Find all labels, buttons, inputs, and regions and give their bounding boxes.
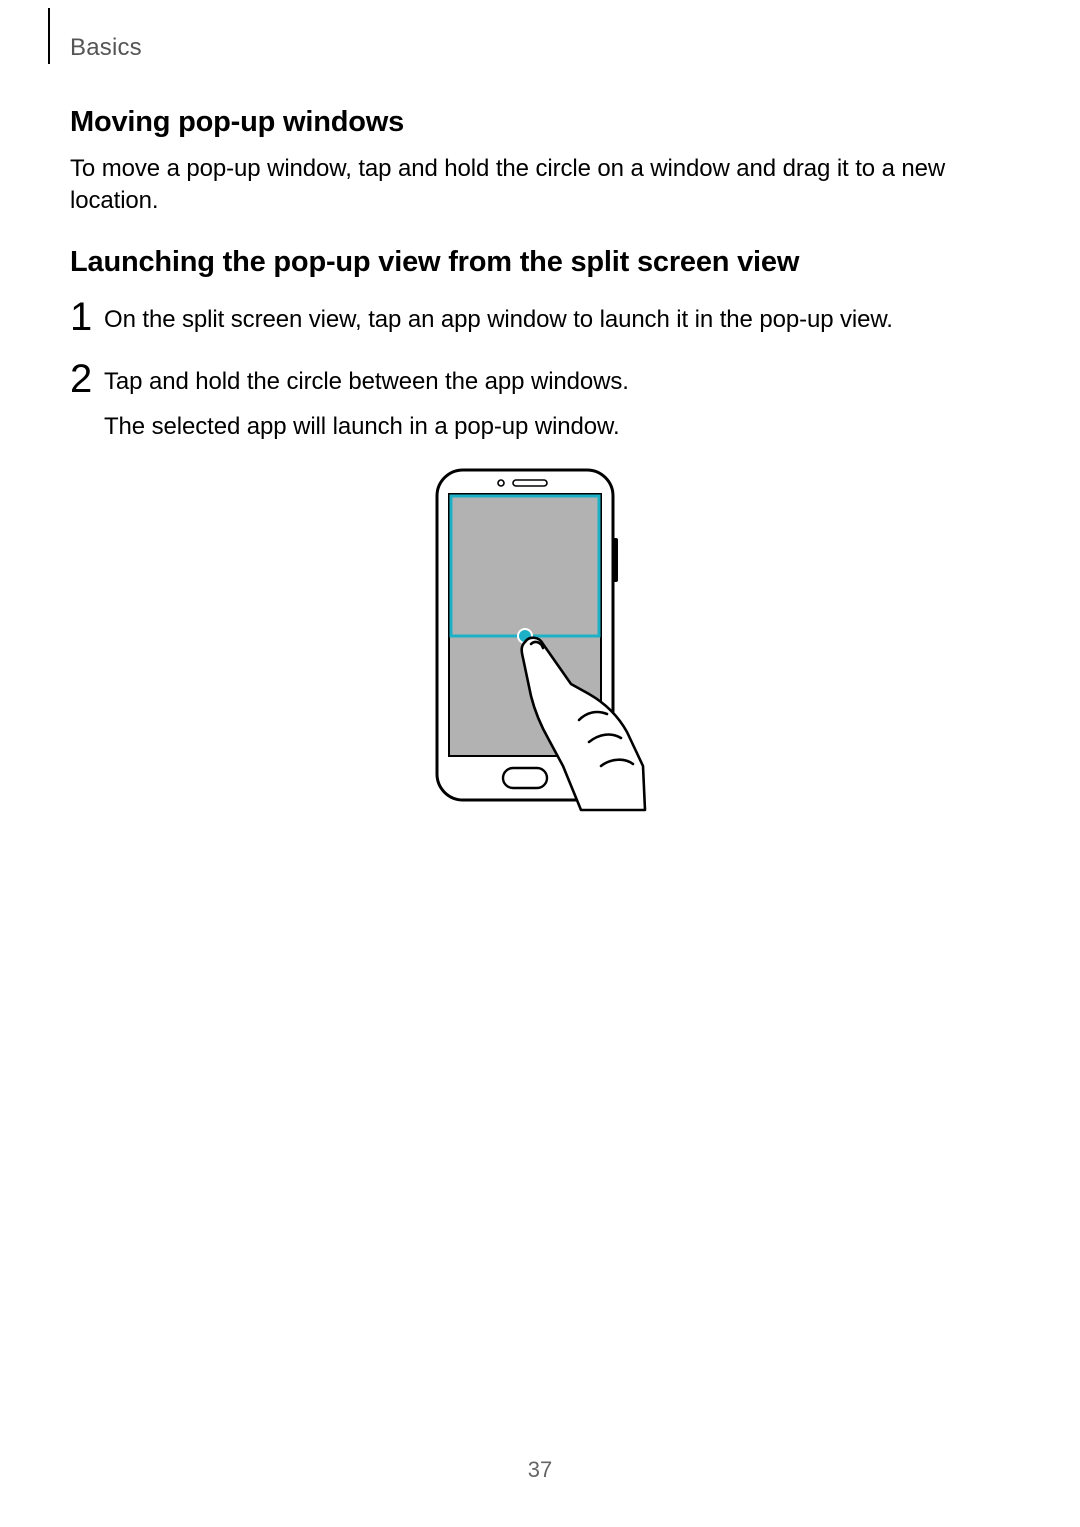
step-1: 1 On the split screen view, tap an app w… <box>70 303 1010 343</box>
page-number: 37 <box>0 1457 1080 1483</box>
step-text: Tap and hold the circle between the app … <box>104 365 1010 400</box>
phone-illustration-icon <box>431 466 649 820</box>
paragraph-moving-popup: To move a pop-up window, tap and hold th… <box>70 153 1010 218</box>
figure-phone-split-screen <box>70 466 1010 820</box>
step-number: 1 <box>70 297 104 337</box>
step-2: 2 Tap and hold the circle between the ap… <box>70 365 1010 445</box>
heading-moving-popup: Moving pop-up windows <box>70 106 1010 139</box>
header-divider <box>48 8 50 64</box>
heading-launching-popup: Launching the pop-up view from the split… <box>70 246 1010 279</box>
step-text: On the split screen view, tap an app win… <box>104 303 1010 338</box>
step-text: The selected app will launch in a pop-up… <box>104 410 1010 445</box>
section-header: Basics <box>70 34 142 62</box>
step-number: 2 <box>70 359 104 399</box>
